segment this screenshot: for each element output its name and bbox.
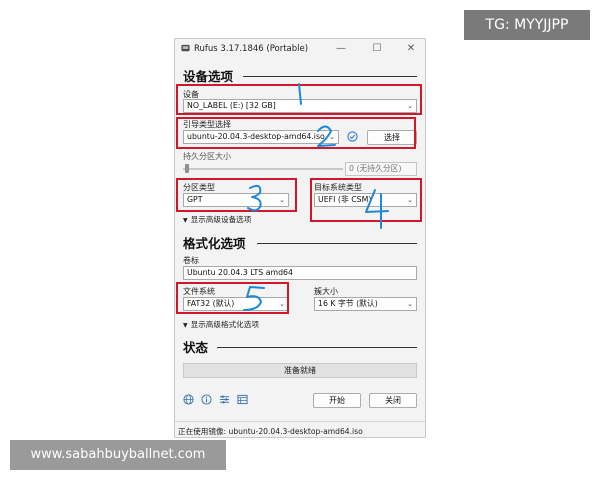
cluster-size-dropdown[interactable]: 16 K 字节 (默认) ⌄ <box>314 297 417 311</box>
persistent-size-slider-track[interactable] <box>183 168 343 170</box>
highlight-box-device <box>176 84 422 115</box>
maximize-button[interactable]: ☐ <box>365 39 389 59</box>
show-advanced-format-label: 显示高级格式化选项 <box>190 320 259 329</box>
persistent-size-slider-thumb[interactable] <box>185 164 189 173</box>
highlight-box-boot <box>176 117 416 149</box>
chevron-down-icon: ⌄ <box>407 300 413 308</box>
globe-icon[interactable] <box>183 394 194 405</box>
volume-label-value: Ubuntu 20.04.3 LTS amd64 <box>187 268 293 277</box>
highlight-box-partition <box>176 178 297 212</box>
show-advanced-drive-label: 显示高级设备选项 <box>190 215 252 224</box>
show-advanced-format-toggle[interactable]: ▼ 显示高级格式化选项 <box>183 319 259 330</box>
chevron-down-icon: ▼ <box>183 217 188 224</box>
cluster-size-label: 簇大小 <box>314 287 338 296</box>
settings-sliders-icon[interactable] <box>219 394 230 405</box>
footer-divider <box>175 421 425 422</box>
show-advanced-drive-toggle[interactable]: ▼ 显示高级设备选项 <box>183 214 251 225</box>
highlight-box-target <box>310 178 422 222</box>
window-title: Rufus 3.17.1846 (Portable) <box>194 44 309 54</box>
volume-label-caption: 卷标 <box>183 256 199 265</box>
format-section-divider <box>257 243 417 244</box>
persistent-size-value: 0 (无持久分区) <box>349 164 402 173</box>
status-section-title: 状态 <box>183 340 209 355</box>
cluster-size-value: 16 K 字节 (默认) <box>318 299 378 308</box>
drive-section-title: 设备选项 <box>183 69 234 84</box>
drive-section-divider <box>243 76 417 77</box>
info-icon[interactable] <box>201 394 212 405</box>
footer-status-text: 正在使用镜像: ubuntu-20.04.3-desktop-amd64.iso <box>178 427 363 436</box>
close-window-button[interactable]: ✕ <box>399 39 423 59</box>
rufus-logo-icon <box>181 44 190 52</box>
persistent-size-field[interactable]: 0 (无持久分区) <box>345 162 417 176</box>
watermark-website: www.sabahbuyballnet.com <box>10 440 226 470</box>
watermark-tg: TG: MYYJJPP <box>464 10 590 40</box>
title-bar: Rufus 3.17.1846 (Portable) — ☐ ✕ <box>175 39 425 59</box>
highlight-box-filesystem <box>176 282 289 314</box>
chevron-down-icon: ▼ <box>183 322 188 329</box>
minimize-button[interactable]: — <box>329 39 353 59</box>
volume-label-input[interactable]: Ubuntu 20.04.3 LTS amd64 <box>183 266 417 280</box>
close-button[interactable]: 关闭 <box>369 393 417 408</box>
start-button[interactable]: 开始 <box>313 393 361 408</box>
log-icon[interactable] <box>237 394 248 405</box>
progress-status-text: 准备就绪 <box>284 366 316 375</box>
format-section-title: 格式化选项 <box>183 236 246 251</box>
status-section-divider <box>217 347 417 348</box>
progress-bar: 准备就绪 <box>183 363 417 378</box>
persistent-size-label: 持久分区大小 <box>183 152 231 161</box>
